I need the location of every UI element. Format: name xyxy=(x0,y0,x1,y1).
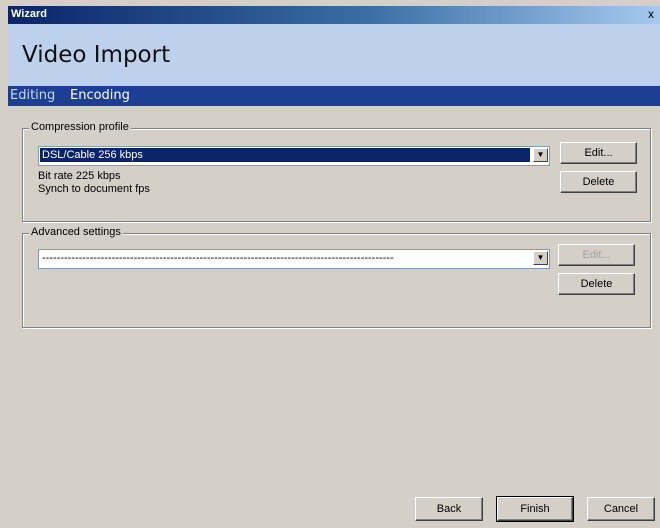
advanced-edit-button: Edit... xyxy=(558,244,635,266)
advanced-delete-button[interactable]: Delete xyxy=(558,273,635,295)
title-bar: Wizard x xyxy=(8,6,660,24)
advanced-settings-legend: Advanced settings xyxy=(29,226,123,238)
compression-edit-button[interactable]: Edit... xyxy=(560,142,637,164)
step-encoding[interactable]: Encoding xyxy=(70,88,130,103)
back-button[interactable]: Back xyxy=(415,497,483,521)
page-title: Video Import xyxy=(22,42,171,68)
step-editing[interactable]: Editing xyxy=(10,88,55,103)
advanced-settings-value: ----------------------------------------… xyxy=(42,252,394,264)
wizard-header: Video Import xyxy=(8,24,660,86)
dropdown-arrow-icon[interactable]: ▼ xyxy=(533,148,548,162)
compression-profile-group: Compression profile DSL/Cable 256 kbps ▼… xyxy=(22,121,651,222)
dropdown-arrow-icon[interactable]: ▼ xyxy=(533,251,548,265)
advanced-settings-select[interactable]: ----------------------------------------… xyxy=(38,249,550,269)
compression-profile-legend: Compression profile xyxy=(29,121,131,133)
wizard-steps: Editing Encoding xyxy=(8,86,660,106)
compression-profile-select[interactable]: DSL/Cable 256 kbps ▼ xyxy=(38,146,550,166)
compression-profile-value: DSL/Cable 256 kbps xyxy=(40,148,530,162)
advanced-settings-group: Advanced settings ----------------------… xyxy=(22,226,651,328)
finish-button[interactable]: Finish xyxy=(496,496,574,522)
close-icon[interactable]: x xyxy=(644,7,658,21)
sync-text: Synch to document fps xyxy=(38,183,150,195)
window-title: Wizard xyxy=(11,8,47,20)
compression-delete-button[interactable]: Delete xyxy=(560,171,637,193)
bitrate-text: Bit rate 225 kbps xyxy=(38,170,121,182)
cancel-button[interactable]: Cancel xyxy=(587,497,655,521)
